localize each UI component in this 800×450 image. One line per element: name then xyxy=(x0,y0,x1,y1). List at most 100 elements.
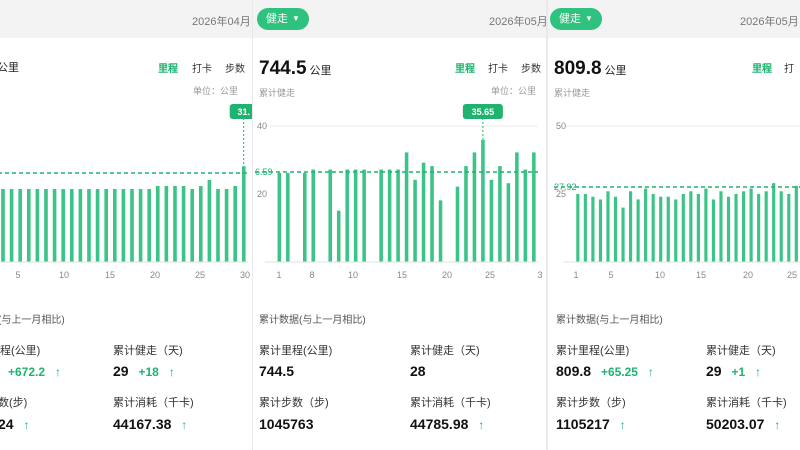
x-tick-label: 25 xyxy=(787,270,797,280)
bar xyxy=(430,166,434,262)
bar xyxy=(311,169,316,262)
bar xyxy=(35,189,40,262)
bar xyxy=(404,152,409,262)
up-arrow-icon: ↑ xyxy=(774,418,781,432)
y-tick-label: 50 xyxy=(556,121,566,131)
x-tick-label: 1 xyxy=(276,270,281,280)
stat-label-distance: 程(公里) xyxy=(0,345,41,357)
section-title: 累计数据(与上一月相比) xyxy=(259,315,366,326)
stat-label-distance: 累计里程(公里) xyxy=(259,345,333,357)
y-tick-label: 40 xyxy=(257,121,267,131)
steps-value: 1105217 xyxy=(556,416,610,432)
x-tick-label: 30 xyxy=(240,270,250,280)
bar xyxy=(155,186,160,262)
bar-chart: 6.59 40 20 1 8 10 15 20 25 3 35.65 xyxy=(255,104,543,280)
calories-value: 50203.07 xyxy=(706,416,765,432)
x-tick-label: 25 xyxy=(195,270,205,280)
bar xyxy=(233,186,237,262)
y-tick-label: 20 xyxy=(257,189,267,199)
bar xyxy=(164,186,169,262)
bar xyxy=(481,139,485,262)
delta-distance: +65.25 xyxy=(600,365,638,379)
bar xyxy=(138,189,143,262)
stat-label-steps: 累计步数（步) xyxy=(259,397,329,409)
bar xyxy=(121,189,126,262)
x-tick-label: 5 xyxy=(15,270,20,280)
bar xyxy=(112,189,117,262)
bar xyxy=(472,152,477,262)
section-title: 累计数据(与上一月相比) xyxy=(556,315,663,326)
bar xyxy=(719,191,723,262)
stat-value-calories: 50203.07 ↑ xyxy=(706,416,780,432)
bar xyxy=(464,166,468,262)
x-tick-label: 10 xyxy=(655,270,665,280)
x-tick-label: 10 xyxy=(348,270,358,280)
bar xyxy=(224,189,229,262)
stat-value-distance: +672.2 ↑ xyxy=(2,363,61,379)
bar xyxy=(52,189,57,262)
bar xyxy=(345,169,349,262)
days-value: 29 xyxy=(706,363,722,379)
calories-value: 44785.98 xyxy=(410,416,469,432)
bar xyxy=(506,183,511,262)
x-tick-label: 1 xyxy=(573,270,578,280)
bar xyxy=(379,169,383,262)
bar xyxy=(277,172,282,262)
bar xyxy=(644,188,648,262)
stat-value-calories: 44785.98 ↑ xyxy=(410,416,484,432)
bar xyxy=(787,194,791,262)
bar xyxy=(621,207,625,262)
stat-value-distance: 744.5 xyxy=(259,363,295,379)
bar xyxy=(591,196,595,262)
stat-label-steps: 数(步) xyxy=(0,397,28,409)
bar xyxy=(659,196,663,262)
bar xyxy=(198,186,203,262)
bar xyxy=(147,189,151,262)
delta-days: +18 xyxy=(138,365,159,379)
panel-may-2: 健走 ▼ 2026年05月 809.8 公里 累计健走 里程 打 27.92 50 25… xyxy=(548,0,800,450)
bar xyxy=(421,162,426,262)
stat-label-calories: 累计消耗（千卡) xyxy=(706,397,787,409)
bar xyxy=(532,152,536,262)
bar xyxy=(362,169,366,262)
stat-label-steps: 累计步数（步) xyxy=(556,397,626,409)
stat-label-days: 累计健走（天) xyxy=(113,345,183,357)
bar xyxy=(764,191,768,262)
bar xyxy=(207,179,212,262)
bar xyxy=(104,189,108,262)
bar xyxy=(181,186,186,262)
bar xyxy=(1,189,5,262)
bar xyxy=(628,191,633,262)
bar xyxy=(328,169,333,262)
bar xyxy=(741,191,746,262)
stat-label-distance: 累计里程(公里) xyxy=(556,345,630,357)
bar xyxy=(515,152,519,262)
up-arrow-icon: ↑ xyxy=(647,365,654,379)
section-title: (与上一月相比) xyxy=(0,315,65,326)
x-tick-label: 20 xyxy=(442,270,452,280)
x-tick-label: 20 xyxy=(743,270,753,280)
x-tick-label: 25 xyxy=(485,270,495,280)
bar xyxy=(95,189,100,262)
bar xyxy=(613,196,618,262)
bar xyxy=(498,166,502,262)
bar xyxy=(523,169,528,262)
stat-label-days: 累计健走（天) xyxy=(706,345,776,357)
bar xyxy=(749,188,753,262)
bar-chart: 5 10 15 20 25 30 31. xyxy=(0,104,252,280)
bar xyxy=(734,194,738,262)
stat-value-days: 29 +1 ↑ xyxy=(706,363,761,379)
x-tick-label: 10 xyxy=(59,270,69,280)
bar xyxy=(61,189,65,262)
bar xyxy=(353,169,358,262)
tooltip-label: 35.65 xyxy=(472,107,495,117)
bar xyxy=(772,183,776,262)
bar xyxy=(241,166,246,262)
up-arrow-icon: ↑ xyxy=(755,365,762,379)
bar xyxy=(130,189,134,262)
stat-value-days: 29 +18 ↑ xyxy=(113,363,175,379)
bar xyxy=(606,191,610,262)
bar xyxy=(173,186,177,262)
bar xyxy=(636,199,640,262)
bar xyxy=(44,189,48,262)
